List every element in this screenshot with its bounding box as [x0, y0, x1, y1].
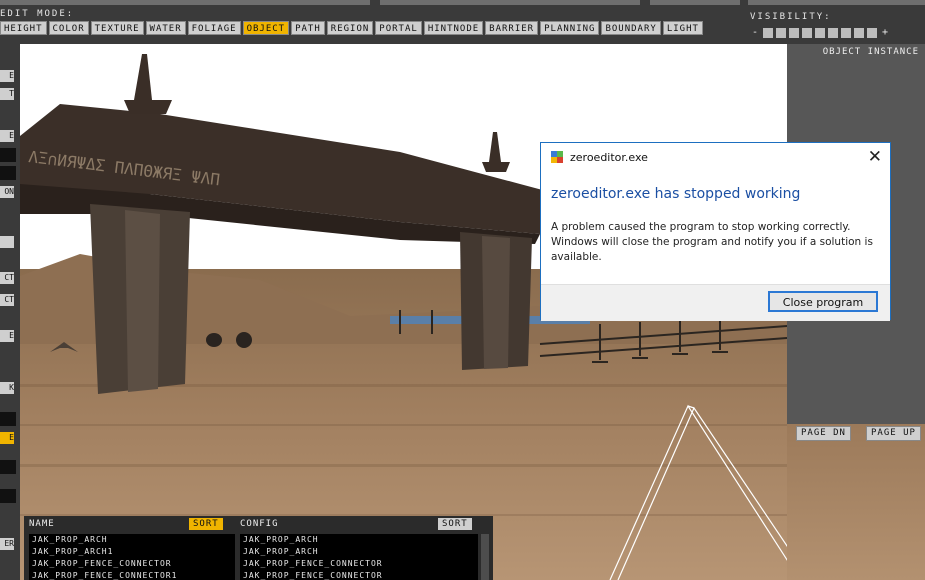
- top-strip: [650, 0, 740, 5]
- dialog-heading: zeroeditor.exe has stopped working: [551, 186, 801, 202]
- edit-mode-height-button[interactable]: HEIGHT: [0, 21, 47, 35]
- dialog-message: A problem caused the program to stop wor…: [551, 221, 873, 263]
- left-tool-button[interactable]: T: [0, 88, 14, 100]
- config-list-scrollbar[interactable]: [481, 534, 489, 580]
- edit-mode-label: EDIT MODE:: [0, 9, 75, 19]
- config-column-header: CONFIG: [240, 519, 279, 529]
- visibility-slot[interactable]: [815, 27, 825, 38]
- visibility-slot[interactable]: [841, 27, 851, 38]
- visibility-slot[interactable]: [828, 27, 838, 38]
- list-item[interactable]: JAK_PROP_FENCE_CONNECTOR: [29, 558, 235, 570]
- visibility-slot[interactable]: [763, 27, 773, 38]
- left-tool-swatch[interactable]: [0, 489, 16, 503]
- visibility-slot[interactable]: [802, 27, 812, 38]
- name-list-panel: NAME SORT JAK_PROP_ARCH JAK_PROP_ARCH1 J…: [24, 516, 235, 580]
- top-toolbar: EDIT MODE: HEIGHT COLOR TEXTURE WATER FOLIAG…: [0, 0, 925, 44]
- top-strip: [748, 0, 925, 5]
- left-tool-swatch[interactable]: [0, 148, 16, 162]
- edit-mode-foliage-button[interactable]: FOLIAGE: [187, 21, 241, 35]
- name-sort-button[interactable]: SORT: [189, 518, 223, 530]
- left-tool-button[interactable]: CT: [0, 272, 14, 284]
- left-tool-button[interactable]: ON: [0, 186, 14, 198]
- visibility-slot[interactable]: [854, 27, 864, 38]
- list-item[interactable]: JAK_PROP_FENCE_CONNECTOR: [240, 570, 478, 580]
- left-tool-button[interactable]: E: [0, 330, 14, 342]
- left-tool-button[interactable]: ER: [0, 538, 14, 550]
- prop-rock: [236, 332, 252, 348]
- dialog-title: zeroeditor.exe: [570, 151, 648, 164]
- list-item[interactable]: JAK_PROP_ARCH1: [29, 546, 235, 558]
- top-strip: [380, 0, 640, 5]
- edit-mode-color-button[interactable]: COLOR: [48, 21, 89, 35]
- app-icon: [551, 151, 563, 163]
- config-sort-button[interactable]: SORT: [438, 518, 472, 530]
- left-tool-button[interactable]: E: [0, 130, 14, 142]
- name-column-header: NAME: [29, 519, 55, 529]
- list-item[interactable]: JAK_PROP_ARCH: [29, 534, 235, 546]
- visibility-slot[interactable]: [867, 27, 877, 38]
- list-item[interactable]: JAK_PROP_FENCE_CONNECTOR: [240, 558, 478, 570]
- edit-mode-hintnode-button[interactable]: HINTNODE: [423, 21, 484, 35]
- left-tool-swatch[interactable]: [0, 412, 16, 426]
- prop-rock: [206, 333, 222, 347]
- edit-mode-buttons: HEIGHT COLOR TEXTURE WATER FOLIAGE OBJECT PATH…: [0, 21, 703, 35]
- config-list: JAK_PROP_ARCH JAK_PROP_ARCH JAK_PROP_FEN…: [240, 534, 478, 580]
- page-down-button[interactable]: PAGE DN: [796, 426, 851, 441]
- object-instance-title: OBJECT INSTANCE: [822, 47, 919, 57]
- left-tool-button-active[interactable]: E: [0, 432, 14, 444]
- edit-mode-barrier-button[interactable]: BARRIER: [485, 21, 539, 35]
- page-up-button[interactable]: PAGE UP: [866, 426, 921, 441]
- left-tool-swatch[interactable]: [0, 166, 16, 180]
- name-list: JAK_PROP_ARCH JAK_PROP_ARCH1 JAK_PROP_FE…: [29, 534, 235, 580]
- list-item[interactable]: JAK_PROP_ARCH: [240, 546, 478, 558]
- left-toolbar: E T E ON CT CT E K E ER: [0, 44, 20, 580]
- left-tool-button[interactable]: K: [0, 382, 14, 394]
- visibility-minus-button[interactable]: -: [750, 27, 760, 38]
- left-tool-button[interactable]: [0, 236, 14, 248]
- list-item[interactable]: JAK_PROP_ARCH: [240, 534, 478, 546]
- edit-mode-light-button[interactable]: LIGHT: [662, 21, 703, 35]
- edit-mode-portal-button[interactable]: PORTAL: [375, 21, 422, 35]
- dialog-titlebar[interactable]: zeroeditor.exe ✕: [541, 143, 890, 172]
- left-tool-swatch[interactable]: [0, 460, 16, 474]
- visibility-label: VISIBILITY:: [750, 12, 832, 22]
- dialog-footer: Close program: [541, 284, 890, 321]
- left-tool-button[interactable]: CT: [0, 294, 14, 306]
- visibility-slot[interactable]: [789, 27, 799, 38]
- close-program-button[interactable]: Close program: [768, 291, 878, 312]
- wireframe-pyramid: [609, 404, 787, 580]
- viewport-right-sliver: [787, 424, 925, 580]
- edit-mode-texture-button[interactable]: TEXTURE: [90, 21, 144, 35]
- close-icon[interactable]: ✕: [868, 147, 882, 167]
- edit-mode-object-button[interactable]: OBJECT: [242, 21, 290, 35]
- edit-mode-boundary-button[interactable]: BOUNDARY: [601, 21, 661, 35]
- left-tool-button[interactable]: E: [0, 70, 14, 82]
- edit-mode-region-button[interactable]: REGION: [326, 21, 374, 35]
- visibility-slot[interactable]: [776, 27, 786, 38]
- edit-mode-water-button[interactable]: WATER: [145, 21, 186, 35]
- visibility-plus-button[interactable]: +: [880, 27, 890, 38]
- sand-texture: [20, 384, 787, 516]
- top-strip: [0, 0, 370, 5]
- crash-dialog: zeroeditor.exe ✕ zeroeditor.exe has stop…: [540, 142, 891, 321]
- config-list-panel: CONFIG SORT JAK_PROP_ARCH JAK_PROP_ARCH …: [235, 516, 493, 580]
- list-item[interactable]: JAK_PROP_FENCE_CONNECTOR1: [29, 570, 235, 580]
- edit-mode-path-button[interactable]: PATH: [291, 21, 325, 35]
- edit-mode-planning-button[interactable]: PLANNING: [540, 21, 600, 35]
- visibility-control: - +: [750, 27, 890, 38]
